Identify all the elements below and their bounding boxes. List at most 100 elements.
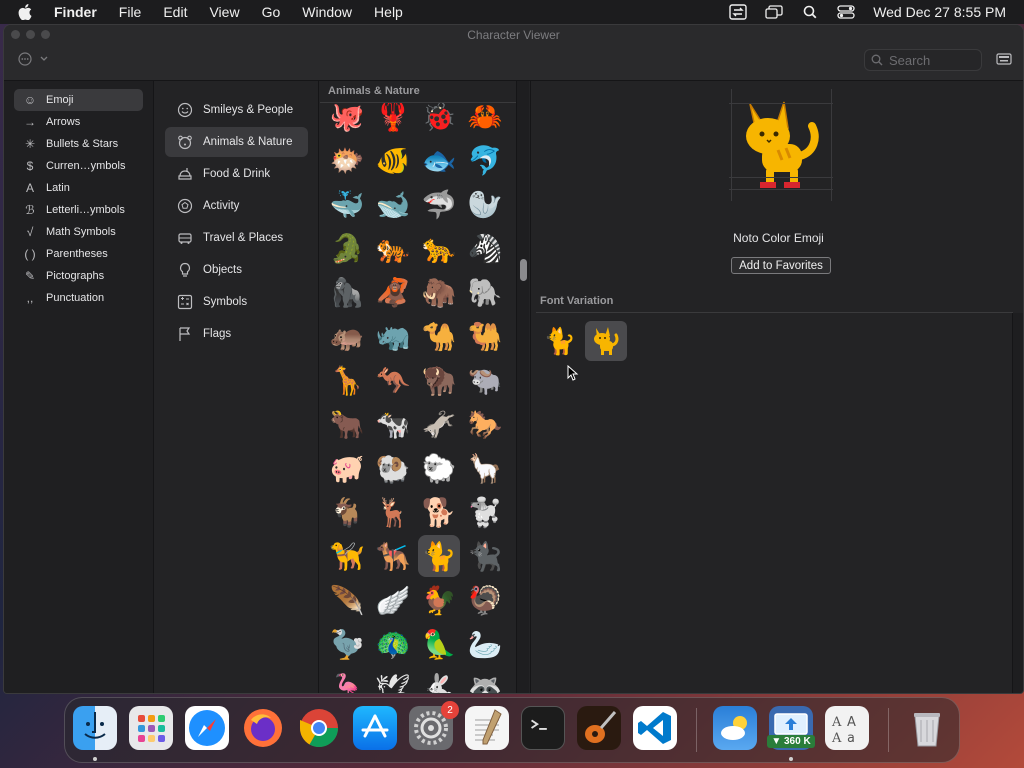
control-center-icon[interactable] [837, 4, 855, 20]
emoji-cell-selected[interactable]: 🐈 [418, 535, 460, 577]
sidebar-item-parentheses[interactable]: ( ) Parentheses [14, 243, 143, 265]
emoji-cell[interactable]: 🐃 [464, 359, 506, 401]
sidebar-item-latin[interactable]: A Latin [14, 177, 143, 199]
emoji-cell[interactable]: 🦩 [326, 667, 368, 694]
dock-safari-icon[interactable] [185, 706, 229, 750]
dock-chrome-icon[interactable] [297, 706, 341, 750]
emoji-cell[interactable]: 🐬 [464, 139, 506, 181]
menu-edit[interactable]: Edit [163, 4, 187, 20]
emoji-cell[interactable]: 🐖 [326, 447, 368, 489]
font-variation-item[interactable]: 🐈 [539, 321, 581, 361]
keyboard-viewer-button[interactable] [996, 52, 1012, 66]
category-food-drink[interactable]: Food & Drink [165, 159, 308, 189]
sidebar-item-bullets-stars[interactable]: ✳ Bullets & Stars [14, 133, 143, 155]
emoji-cell[interactable]: 🦌 [372, 491, 414, 533]
emoji-cell[interactable]: 🦤 [326, 623, 368, 665]
emoji-cell[interactable]: 🦓 [464, 227, 506, 269]
category-travel-places[interactable]: Travel & Places [165, 223, 308, 253]
font-variation-item-selected[interactable] [585, 321, 627, 361]
emoji-cell[interactable]: 🐪 [418, 315, 460, 357]
sidebar-item-math-symbols[interactable]: √ Math Symbols [14, 221, 143, 243]
emoji-cell[interactable]: 🐕 [418, 491, 460, 533]
emoji-cell[interactable]: 🦢 [464, 623, 506, 665]
menu-file[interactable]: File [119, 4, 142, 20]
emoji-cell[interactable]: 🪽 [372, 579, 414, 621]
emoji-cell[interactable]: 🐅 [372, 227, 414, 269]
scrollbar-thumb[interactable] [520, 259, 527, 281]
sidebar-item-currency-symbols[interactable]: $ Curren…ymbols [14, 155, 143, 177]
dock-textedit-icon[interactable] [465, 706, 509, 750]
dock-launchpad-icon[interactable] [129, 706, 173, 750]
emoji-cell[interactable]: 🦏 [372, 315, 414, 357]
emoji-cell[interactable]: 🦈 [418, 183, 460, 225]
emoji-cell[interactable]: 🦣 [418, 271, 460, 313]
emoji-cell[interactable]: 🦘 [372, 359, 414, 401]
dock-vscode-icon[interactable] [633, 706, 677, 750]
dock-font-book-icon[interactable]: AAAa [825, 706, 869, 750]
emoji-cell[interactable]: 🦮 [326, 535, 368, 577]
emoji-cell[interactable]: 🐡 [326, 139, 368, 181]
emoji-cell[interactable]: 🐈‍⬛ [464, 535, 506, 577]
emoji-cell[interactable]: 🐐 [326, 491, 368, 533]
sidebar-item-pictographs[interactable]: ✎ Pictographs [14, 265, 143, 287]
emoji-cell[interactable]: 🐠 [372, 139, 414, 181]
emoji-cell[interactable]: 🐂 [326, 403, 368, 445]
screen-mirroring-icon[interactable] [765, 4, 783, 20]
emoji-cell[interactable]: 🐳 [326, 183, 368, 225]
action-menu-button[interactable] [18, 52, 48, 66]
emoji-cell[interactable]: 🐄 [372, 403, 414, 445]
dock-garageband-icon[interactable] [577, 706, 621, 750]
menu-app-name[interactable]: Finder [54, 4, 97, 20]
emoji-cell[interactable]: 🐇 [418, 667, 460, 694]
sidebar-item-emoji[interactable]: ☺ Emoji [14, 89, 143, 111]
dock-terminal-icon[interactable] [521, 706, 565, 750]
emoji-cell[interactable]: 🕊 [372, 667, 414, 694]
emoji-cell[interactable]: 🐏 [372, 447, 414, 489]
add-to-favorites-button[interactable]: Add to Favorites [731, 257, 831, 274]
emoji-cell[interactable]: 🦛 [326, 315, 368, 357]
spotlight-search-icon[interactable] [801, 4, 819, 20]
emoji-cell[interactable]: 🐋 [372, 183, 414, 225]
sidebar-item-arrows[interactable]: → Arrows [14, 111, 143, 133]
emoji-cell[interactable]: 🐓 [418, 579, 460, 621]
category-activity[interactable]: Activity [165, 191, 308, 221]
emoji-cell[interactable]: 🫏 [418, 403, 460, 445]
apple-icon[interactable] [18, 4, 36, 20]
search-input[interactable] [889, 52, 969, 68]
sidebar-item-letterlike-symbols[interactable]: ℬ Letterli…ymbols [14, 199, 143, 221]
sidebar-item-punctuation[interactable]: ,, Punctuation [14, 287, 143, 309]
menu-clock[interactable]: Wed Dec 27 8:55 PM [873, 4, 1006, 20]
emoji-cell[interactable]: 🦒 [326, 359, 368, 401]
menu-go[interactable]: Go [262, 4, 281, 20]
emoji-cell[interactable]: 🐑 [418, 447, 460, 489]
emoji-cell[interactable]: 🐆 [418, 227, 460, 269]
dock-app-store-icon[interactable] [353, 706, 397, 750]
emoji-cell[interactable]: 🦙 [464, 447, 506, 489]
emoji-cell[interactable]: 🐎 [464, 403, 506, 445]
dock-trash-icon[interactable] [905, 706, 949, 750]
detail-scrollbar[interactable] [1012, 313, 1023, 693]
emoji-cell[interactable]: 🪶 [326, 579, 368, 621]
emoji-cell[interactable]: 🦬 [418, 359, 460, 401]
dock-finder-icon[interactable] [73, 706, 117, 750]
emoji-cell[interactable]: 🐩 [464, 491, 506, 533]
category-smileys-people[interactable]: Smileys & People [165, 95, 308, 125]
input-source-icon[interactable] [729, 4, 747, 20]
emoji-cell[interactable]: 🐟 [418, 139, 460, 181]
grid-scrollbar[interactable] [516, 81, 529, 693]
emoji-cell[interactable]: 🐫 [464, 315, 506, 357]
emoji-cell[interactable]: 🐘 [464, 271, 506, 313]
emoji-cell[interactable]: 🦭 [464, 183, 506, 225]
dock-firefox-icon[interactable] [241, 706, 285, 750]
category-symbols[interactable]: Symbols [165, 287, 308, 317]
emoji-cell[interactable]: 🦝 [464, 667, 506, 694]
emoji-cell[interactable]: 🦃 [464, 579, 506, 621]
emoji-cell[interactable]: 🦚 [372, 623, 414, 665]
menu-help[interactable]: Help [374, 4, 403, 20]
search-field[interactable] [864, 49, 982, 71]
emoji-cell[interactable]: 🦍 [326, 271, 368, 313]
emoji-cell[interactable]: 🐊 [326, 227, 368, 269]
emoji-cell[interactable]: 🦜 [418, 623, 460, 665]
category-objects[interactable]: Objects [165, 255, 308, 285]
emoji-cell[interactable]: 🦧 [372, 271, 414, 313]
